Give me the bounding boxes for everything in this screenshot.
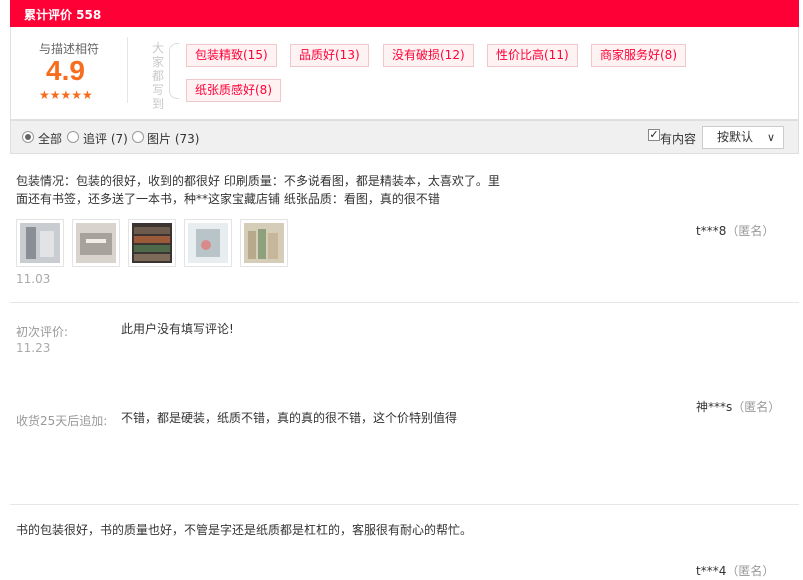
photo-image — [132, 223, 172, 263]
anonymous-tag: （匿名） — [726, 224, 775, 238]
sort-dropdown[interactable]: 按默认 ∨ — [702, 126, 784, 149]
tag-value[interactable]: 性价比高(11) — [487, 44, 578, 67]
initial-review-label: 初次评价: — [16, 325, 69, 339]
username-text: 神***s — [696, 400, 733, 414]
followup-review-text: 不错，都是硬装，纸质不错，真的真的很不错，这个价特别值得 — [121, 411, 458, 425]
username-text: t***4 — [696, 564, 727, 578]
radio-followup[interactable] — [67, 131, 79, 143]
everyone-said-label: 大家都写到 — [152, 41, 165, 111]
tag-packaging[interactable]: 包装精致(15) — [186, 44, 277, 67]
total-reviews-title: 累计评价 558 — [24, 8, 102, 22]
photo-image — [76, 223, 116, 263]
radio-all[interactable] — [22, 131, 34, 143]
filter-pictures-label[interactable]: 图片 (73) — [147, 130, 199, 147]
review-3-text: 书的包装很好，书的质量也好，不管是字还是纸质都是杠杠的，客服很有耐心的帮忙。 — [16, 523, 473, 537]
filter-all-label[interactable]: 全部 — [38, 130, 62, 147]
star-rating: ★★★★★ — [39, 88, 93, 102]
followup-review-label: 收货25天后追加: — [16, 414, 108, 428]
tag-no-damage[interactable]: 没有破损(12) — [383, 44, 474, 67]
photo-image — [188, 223, 228, 263]
review-1-username: t***8（匿名） — [696, 222, 774, 239]
review-1-photo-thumbnail[interactable] — [240, 219, 288, 267]
chevron-down-icon: ∨ — [766, 131, 775, 144]
username-text: t***8 — [696, 224, 727, 238]
review-1-photo-thumbnail[interactable] — [128, 219, 176, 267]
initial-review-text: 此用户没有填写评论! — [121, 322, 234, 336]
tags-brace — [169, 43, 179, 99]
photo-image — [20, 223, 60, 263]
reviews-header: 累计评价 558 — [10, 0, 799, 27]
initial-review-date: 11.23 — [16, 341, 51, 355]
has-content-label[interactable]: 有内容 — [660, 130, 696, 147]
radio-pictures[interactable] — [132, 131, 144, 143]
anonymous-tag: （匿名） — [732, 400, 781, 414]
review-1-date: 11.03 — [16, 272, 51, 286]
tag-service[interactable]: 商家服务好(8) — [591, 44, 686, 67]
review-3-username: t***4（匿名） — [696, 562, 774, 579]
review-1-photo-thumbnail[interactable] — [72, 219, 120, 267]
rating-summary: 与描述相符 4.9 ★★★★★ 大家都写到 包装精致(15) 品质好(13) 没… — [10, 27, 799, 120]
review-1-photo-thumbnail[interactable] — [16, 219, 64, 267]
review-divider — [10, 504, 799, 505]
tag-quality[interactable]: 品质好(13) — [290, 44, 369, 67]
review-2-username: 神***s（匿名） — [696, 398, 780, 415]
summary-divider — [127, 37, 128, 103]
review-divider — [10, 302, 799, 303]
anonymous-tag: （匿名） — [726, 564, 775, 578]
photo-image — [244, 223, 284, 263]
filter-bar: 全部 追评 (7) 图片 (73) ✓ 有内容 按默认 ∨ — [10, 120, 799, 154]
sort-dropdown-label: 按默认 — [717, 130, 754, 144]
has-content-checkbox[interactable]: ✓ — [648, 129, 660, 141]
review-1-text-line2: 面还有书签，还多送了一本书，种**这家宝藏店铺 纸张品质：看图，真的很不错 — [16, 192, 440, 206]
review-1-photo-thumbnail[interactable] — [184, 219, 232, 267]
score-value: 4.9 — [46, 55, 85, 86]
filter-followup-label[interactable]: 追评 (7) — [83, 130, 128, 147]
tag-paper[interactable]: 纸张质感好(8) — [186, 79, 281, 102]
